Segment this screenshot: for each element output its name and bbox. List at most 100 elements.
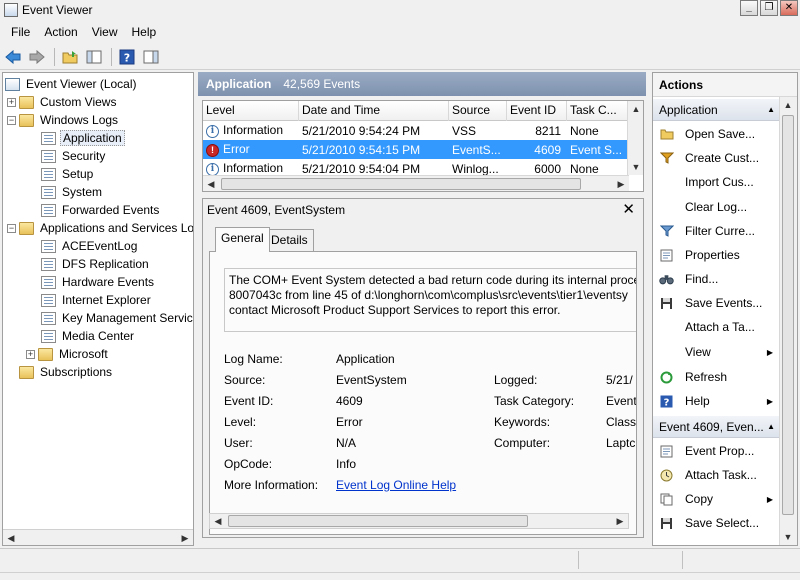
scroll-right-arrow-icon[interactable]: ▶: [612, 513, 628, 529]
open-folder-icon[interactable]: [59, 47, 81, 67]
event-description[interactable]: The COM+ Event System detected a bad ret…: [224, 268, 636, 332]
tree-item-hardware-events[interactable]: Hardware Events: [3, 273, 193, 291]
action-label: Import Cus...: [685, 175, 754, 189]
action-import-custom-view[interactable]: Import Cus...: [653, 170, 779, 194]
column-header-task-category[interactable]: Task C...: [567, 101, 629, 121]
collapse-toggle[interactable]: −: [7, 115, 16, 125]
tree-item-application[interactable]: Application: [3, 129, 193, 147]
tree-item-setup[interactable]: Setup: [3, 165, 193, 183]
action-clear-log[interactable]: Clear Log...: [653, 195, 779, 219]
expand-toggle[interactable]: +: [26, 349, 35, 359]
column-header-source[interactable]: Source: [449, 101, 507, 121]
events-list-horizontal-scrollbar[interactable]: ◀ ▶: [203, 175, 629, 191]
collapse-caret-icon[interactable]: ▲: [767, 99, 775, 121]
close-window-button[interactable]: ✕: [780, 0, 798, 16]
event-detail-title: Event 4609, EventSystem: [207, 203, 346, 217]
collapse-caret-icon[interactable]: ▲: [767, 416, 775, 438]
event-log-online-help-link[interactable]: Event Log Online Help: [336, 478, 456, 492]
scroll-left-arrow-icon[interactable]: ◀: [210, 513, 226, 529]
action-view[interactable]: View ▶: [653, 340, 779, 364]
actions-section-application[interactable]: Application ▲: [653, 99, 779, 121]
tree-item-subscriptions[interactable]: Subscriptions: [3, 363, 193, 381]
log-icon: [41, 167, 56, 181]
scroll-right-arrow-icon[interactable]: ▶: [177, 530, 193, 545]
tree-item-label: Custom Views: [40, 95, 117, 109]
event-row[interactable]: i Information 5/21/2010 9:54:24 PM VSS 82…: [203, 121, 629, 140]
events-list-vertical-scrollbar[interactable]: ▲ ▼: [627, 101, 643, 175]
event-id: 8211: [535, 123, 561, 138]
action-help[interactable]: ? Help ▶: [653, 389, 779, 413]
maximize-button[interactable]: ❐: [760, 0, 778, 16]
scroll-right-arrow-icon[interactable]: ▶: [613, 176, 629, 191]
menu-action[interactable]: Action: [37, 25, 84, 39]
scroll-down-arrow-icon[interactable]: ▼: [628, 159, 643, 175]
actions-vertical-scrollbar[interactable]: ▲ ▼: [779, 97, 797, 545]
tab-details[interactable]: Details: [265, 229, 314, 251]
scrollbar-thumb[interactable]: [228, 515, 528, 527]
property-label: Level:: [224, 415, 257, 429]
column-header-level[interactable]: Level: [203, 101, 299, 121]
help-icon[interactable]: ?: [116, 47, 138, 67]
tree-item-custom-views[interactable]: + Custom Views: [3, 93, 193, 111]
menu-help[interactable]: Help: [125, 25, 164, 39]
action-label: Create Cust...: [685, 151, 760, 165]
action-create-custom-view[interactable]: Create Cust...: [653, 146, 779, 170]
collapse-toggle[interactable]: −: [7, 223, 16, 233]
tree-item-event-viewer-local[interactable]: Event Viewer (Local): [3, 75, 193, 93]
action-event-properties[interactable]: Event Prop...: [653, 439, 779, 463]
show-hide-action-pane-icon[interactable]: [140, 47, 162, 67]
property-value: 5/21/: [606, 373, 633, 387]
action-attach-task-to-event[interactable]: Attach Task...: [653, 463, 779, 487]
actions-section-event[interactable]: Event 4609, Even... ▲: [653, 416, 779, 438]
action-filter-current-log[interactable]: Filter Curre...: [653, 219, 779, 243]
action-attach-task[interactable]: Attach a Ta...: [653, 315, 779, 339]
tree-item-key-management-service[interactable]: Key Management Service: [3, 309, 193, 327]
property-label: Keywords:: [494, 415, 551, 429]
show-hide-tree-icon[interactable]: [83, 47, 105, 67]
action-save-selected-events[interactable]: Save Select...: [653, 511, 779, 535]
scroll-left-arrow-icon[interactable]: ◀: [3, 530, 19, 545]
events-list: Level Date and Time Source Event ID Task…: [202, 100, 644, 192]
detail-horizontal-scrollbar[interactable]: ◀ ▶: [209, 513, 629, 529]
event-source: Winlog...: [452, 161, 499, 176]
column-header-date-time[interactable]: Date and Time: [299, 101, 449, 121]
tree-horizontal-scrollbar[interactable]: ◀ ▶: [3, 529, 193, 545]
menu-file[interactable]: File: [4, 25, 37, 39]
close-icon[interactable]: ✕: [622, 200, 635, 218]
scroll-left-arrow-icon[interactable]: ◀: [203, 176, 219, 191]
tree-item-system[interactable]: System: [3, 183, 193, 201]
minimize-button[interactable]: _: [740, 0, 758, 16]
action-open-saved-log[interactable]: Open Save...: [653, 122, 779, 146]
action-copy[interactable]: Copy ▶: [653, 487, 779, 511]
event-row-selected[interactable]: ! Error 5/21/2010 9:54:15 PM EventS... 46…: [203, 140, 629, 159]
tree-item-internet-explorer[interactable]: Internet Explorer: [3, 291, 193, 309]
tree-item-applications-and-services[interactable]: − Applications and Services Lo: [3, 219, 193, 237]
tree-item-security[interactable]: Security: [3, 147, 193, 165]
scroll-up-arrow-icon[interactable]: ▲: [628, 101, 643, 117]
menu-view[interactable]: View: [85, 25, 125, 39]
scrollbar-thumb[interactable]: [782, 115, 794, 515]
tree-item-forwarded-events[interactable]: Forwarded Events: [3, 201, 193, 219]
back-arrow-icon[interactable]: [2, 47, 24, 67]
help-icon: ?: [659, 394, 674, 408]
scroll-up-arrow-icon[interactable]: ▲: [780, 97, 796, 113]
property-value: Info: [336, 457, 357, 471]
tab-general[interactable]: General: [215, 227, 270, 252]
action-refresh[interactable]: Refresh: [653, 365, 779, 389]
tree-item-aceeventlog[interactable]: ACEEventLog: [3, 237, 193, 255]
tree-item-media-center[interactable]: Media Center: [3, 327, 193, 345]
save-icon: [659, 516, 674, 530]
expand-toggle[interactable]: +: [7, 97, 16, 107]
event-task-category: Event S...: [570, 142, 623, 157]
action-save-events[interactable]: Save Events...: [653, 291, 779, 315]
scroll-down-arrow-icon[interactable]: ▼: [780, 529, 796, 545]
tree-item-microsoft[interactable]: + Microsoft: [3, 345, 193, 363]
tree-item-dfs-replication[interactable]: DFS Replication: [3, 255, 193, 273]
action-find[interactable]: Find...: [653, 267, 779, 291]
action-properties[interactable]: Properties: [653, 243, 779, 267]
tree-item-windows-logs[interactable]: − Windows Logs: [3, 111, 193, 129]
log-icon: [41, 275, 56, 289]
column-header-event-id[interactable]: Event ID: [507, 101, 567, 121]
forward-arrow-icon[interactable]: [26, 47, 48, 67]
scrollbar-thumb[interactable]: [221, 178, 581, 190]
